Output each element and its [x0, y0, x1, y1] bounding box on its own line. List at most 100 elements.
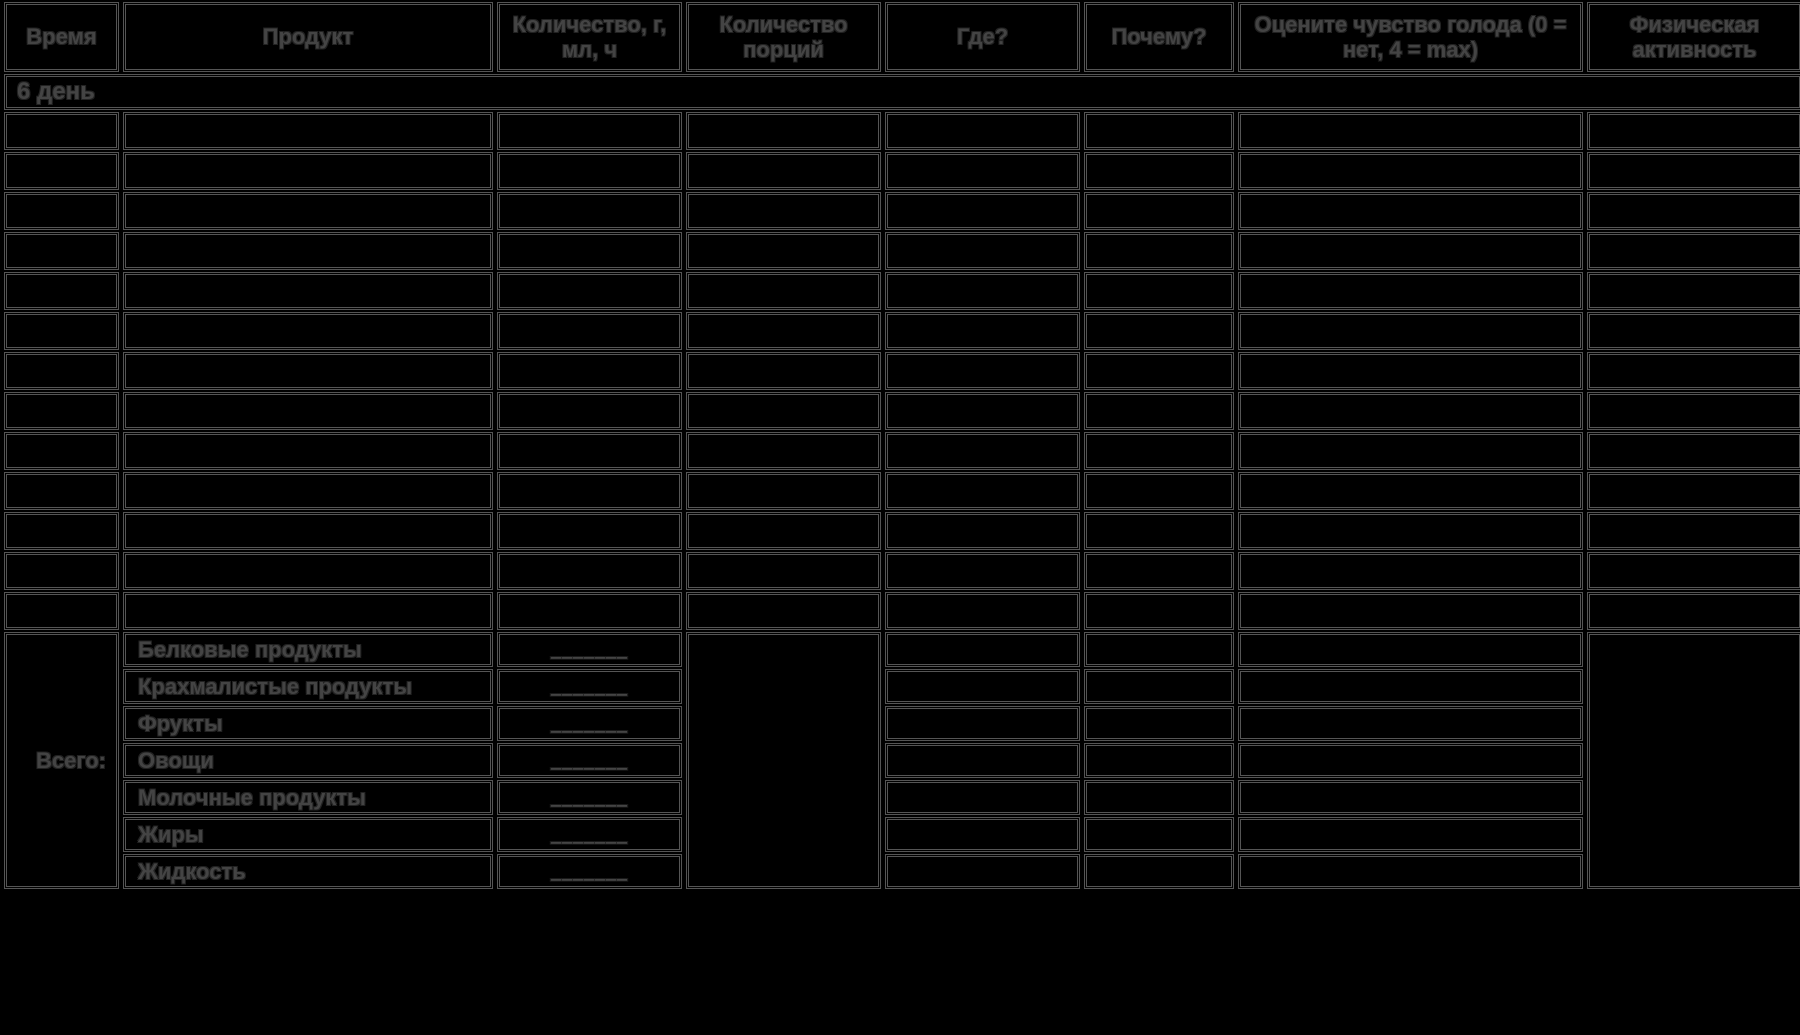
entry-cell[interactable]	[123, 232, 493, 270]
entry-cell[interactable]	[686, 312, 881, 350]
entry-cell[interactable]	[1587, 392, 1800, 430]
entry-cell[interactable]	[885, 192, 1080, 230]
entry-cell[interactable]	[1238, 232, 1583, 270]
entry-cell[interactable]	[1084, 472, 1234, 510]
entry-cell[interactable]	[686, 232, 881, 270]
entry-cell[interactable]	[4, 512, 119, 550]
entry-cell[interactable]	[497, 472, 682, 510]
entry-cell[interactable]	[686, 272, 881, 310]
entry-cell[interactable]	[885, 232, 1080, 270]
entry-cell[interactable]	[4, 192, 119, 230]
entry-cell[interactable]	[1238, 472, 1583, 510]
entry-cell[interactable]	[497, 552, 682, 590]
totals-quantity-blank[interactable]: _______	[497, 780, 682, 815]
entry-cell[interactable]	[1587, 272, 1800, 310]
entry-cell[interactable]	[1084, 432, 1234, 470]
entry-cell[interactable]	[1084, 352, 1234, 390]
entry-cell[interactable]	[1238, 192, 1583, 230]
entry-cell[interactable]	[497, 272, 682, 310]
entry-cell[interactable]	[686, 352, 881, 390]
entry-cell[interactable]	[1084, 512, 1234, 550]
entry-cell[interactable]	[4, 112, 119, 150]
entry-cell[interactable]	[123, 512, 493, 550]
entry-cell[interactable]	[123, 432, 493, 470]
entry-cell[interactable]	[1084, 592, 1234, 630]
entry-cell[interactable]	[1238, 552, 1583, 590]
entry-cell[interactable]	[123, 192, 493, 230]
entry-cell[interactable]	[1238, 392, 1583, 430]
entry-cell[interactable]	[885, 352, 1080, 390]
entry-cell[interactable]	[1084, 232, 1234, 270]
entry-cell[interactable]	[686, 512, 881, 550]
entry-cell[interactable]	[1084, 312, 1234, 350]
entry-cell[interactable]	[686, 112, 881, 150]
totals-quantity-blank[interactable]: _______	[497, 669, 682, 704]
entry-cell[interactable]	[1587, 352, 1800, 390]
entry-cell[interactable]	[123, 552, 493, 590]
entry-cell[interactable]	[1238, 152, 1583, 190]
entry-cell[interactable]	[1587, 432, 1800, 470]
entry-cell[interactable]	[123, 152, 493, 190]
entry-cell[interactable]	[497, 352, 682, 390]
entry-cell[interactable]	[1238, 432, 1583, 470]
entry-cell[interactable]	[885, 432, 1080, 470]
entry-cell[interactable]	[885, 152, 1080, 190]
entry-cell[interactable]	[686, 152, 881, 190]
entry-cell[interactable]	[4, 432, 119, 470]
entry-cell[interactable]	[686, 472, 881, 510]
entry-cell[interactable]	[885, 592, 1080, 630]
entry-cell[interactable]	[123, 352, 493, 390]
entry-cell[interactable]	[686, 592, 881, 630]
entry-cell[interactable]	[4, 552, 119, 590]
totals-quantity-blank[interactable]: _______	[497, 854, 682, 889]
entry-cell[interactable]	[1238, 272, 1583, 310]
entry-cell[interactable]	[1587, 552, 1800, 590]
entry-cell[interactable]	[497, 432, 682, 470]
totals-quantity-blank[interactable]: _______	[497, 706, 682, 741]
entry-cell[interactable]	[1587, 512, 1800, 550]
entry-cell[interactable]	[123, 312, 493, 350]
entry-cell[interactable]	[885, 472, 1080, 510]
entry-cell[interactable]	[1587, 592, 1800, 630]
entry-cell[interactable]	[1238, 312, 1583, 350]
entry-cell[interactable]	[4, 312, 119, 350]
entry-cell[interactable]	[1238, 352, 1583, 390]
entry-cell[interactable]	[4, 592, 119, 630]
entry-cell[interactable]	[1238, 592, 1583, 630]
entry-cell[interactable]	[123, 392, 493, 430]
entry-cell[interactable]	[123, 592, 493, 630]
entry-cell[interactable]	[1084, 272, 1234, 310]
entry-cell[interactable]	[1587, 312, 1800, 350]
entry-cell[interactable]	[686, 392, 881, 430]
entry-cell[interactable]	[1238, 512, 1583, 550]
entry-cell[interactable]	[885, 392, 1080, 430]
entry-cell[interactable]	[885, 272, 1080, 310]
entry-cell[interactable]	[686, 552, 881, 590]
entry-cell[interactable]	[1084, 192, 1234, 230]
totals-quantity-blank[interactable]: _______	[497, 817, 682, 852]
entry-cell[interactable]	[497, 512, 682, 550]
entry-cell[interactable]	[497, 232, 682, 270]
entry-cell[interactable]	[1084, 112, 1234, 150]
entry-cell[interactable]	[686, 432, 881, 470]
entry-cell[interactable]	[885, 112, 1080, 150]
entry-cell[interactable]	[123, 112, 493, 150]
entry-cell[interactable]	[497, 112, 682, 150]
entry-cell[interactable]	[1084, 552, 1234, 590]
entry-cell[interactable]	[123, 272, 493, 310]
entry-cell[interactable]	[4, 272, 119, 310]
entry-cell[interactable]	[4, 232, 119, 270]
entry-cell[interactable]	[4, 352, 119, 390]
entry-cell[interactable]	[1084, 392, 1234, 430]
entry-cell[interactable]	[4, 392, 119, 430]
entry-cell[interactable]	[497, 592, 682, 630]
entry-cell[interactable]	[1587, 232, 1800, 270]
entry-cell[interactable]	[1084, 152, 1234, 190]
entry-cell[interactable]	[1587, 192, 1800, 230]
entry-cell[interactable]	[885, 552, 1080, 590]
entry-cell[interactable]	[4, 152, 119, 190]
entry-cell[interactable]	[1587, 152, 1800, 190]
entry-cell[interactable]	[497, 392, 682, 430]
entry-cell[interactable]	[4, 472, 119, 510]
entry-cell[interactable]	[885, 512, 1080, 550]
